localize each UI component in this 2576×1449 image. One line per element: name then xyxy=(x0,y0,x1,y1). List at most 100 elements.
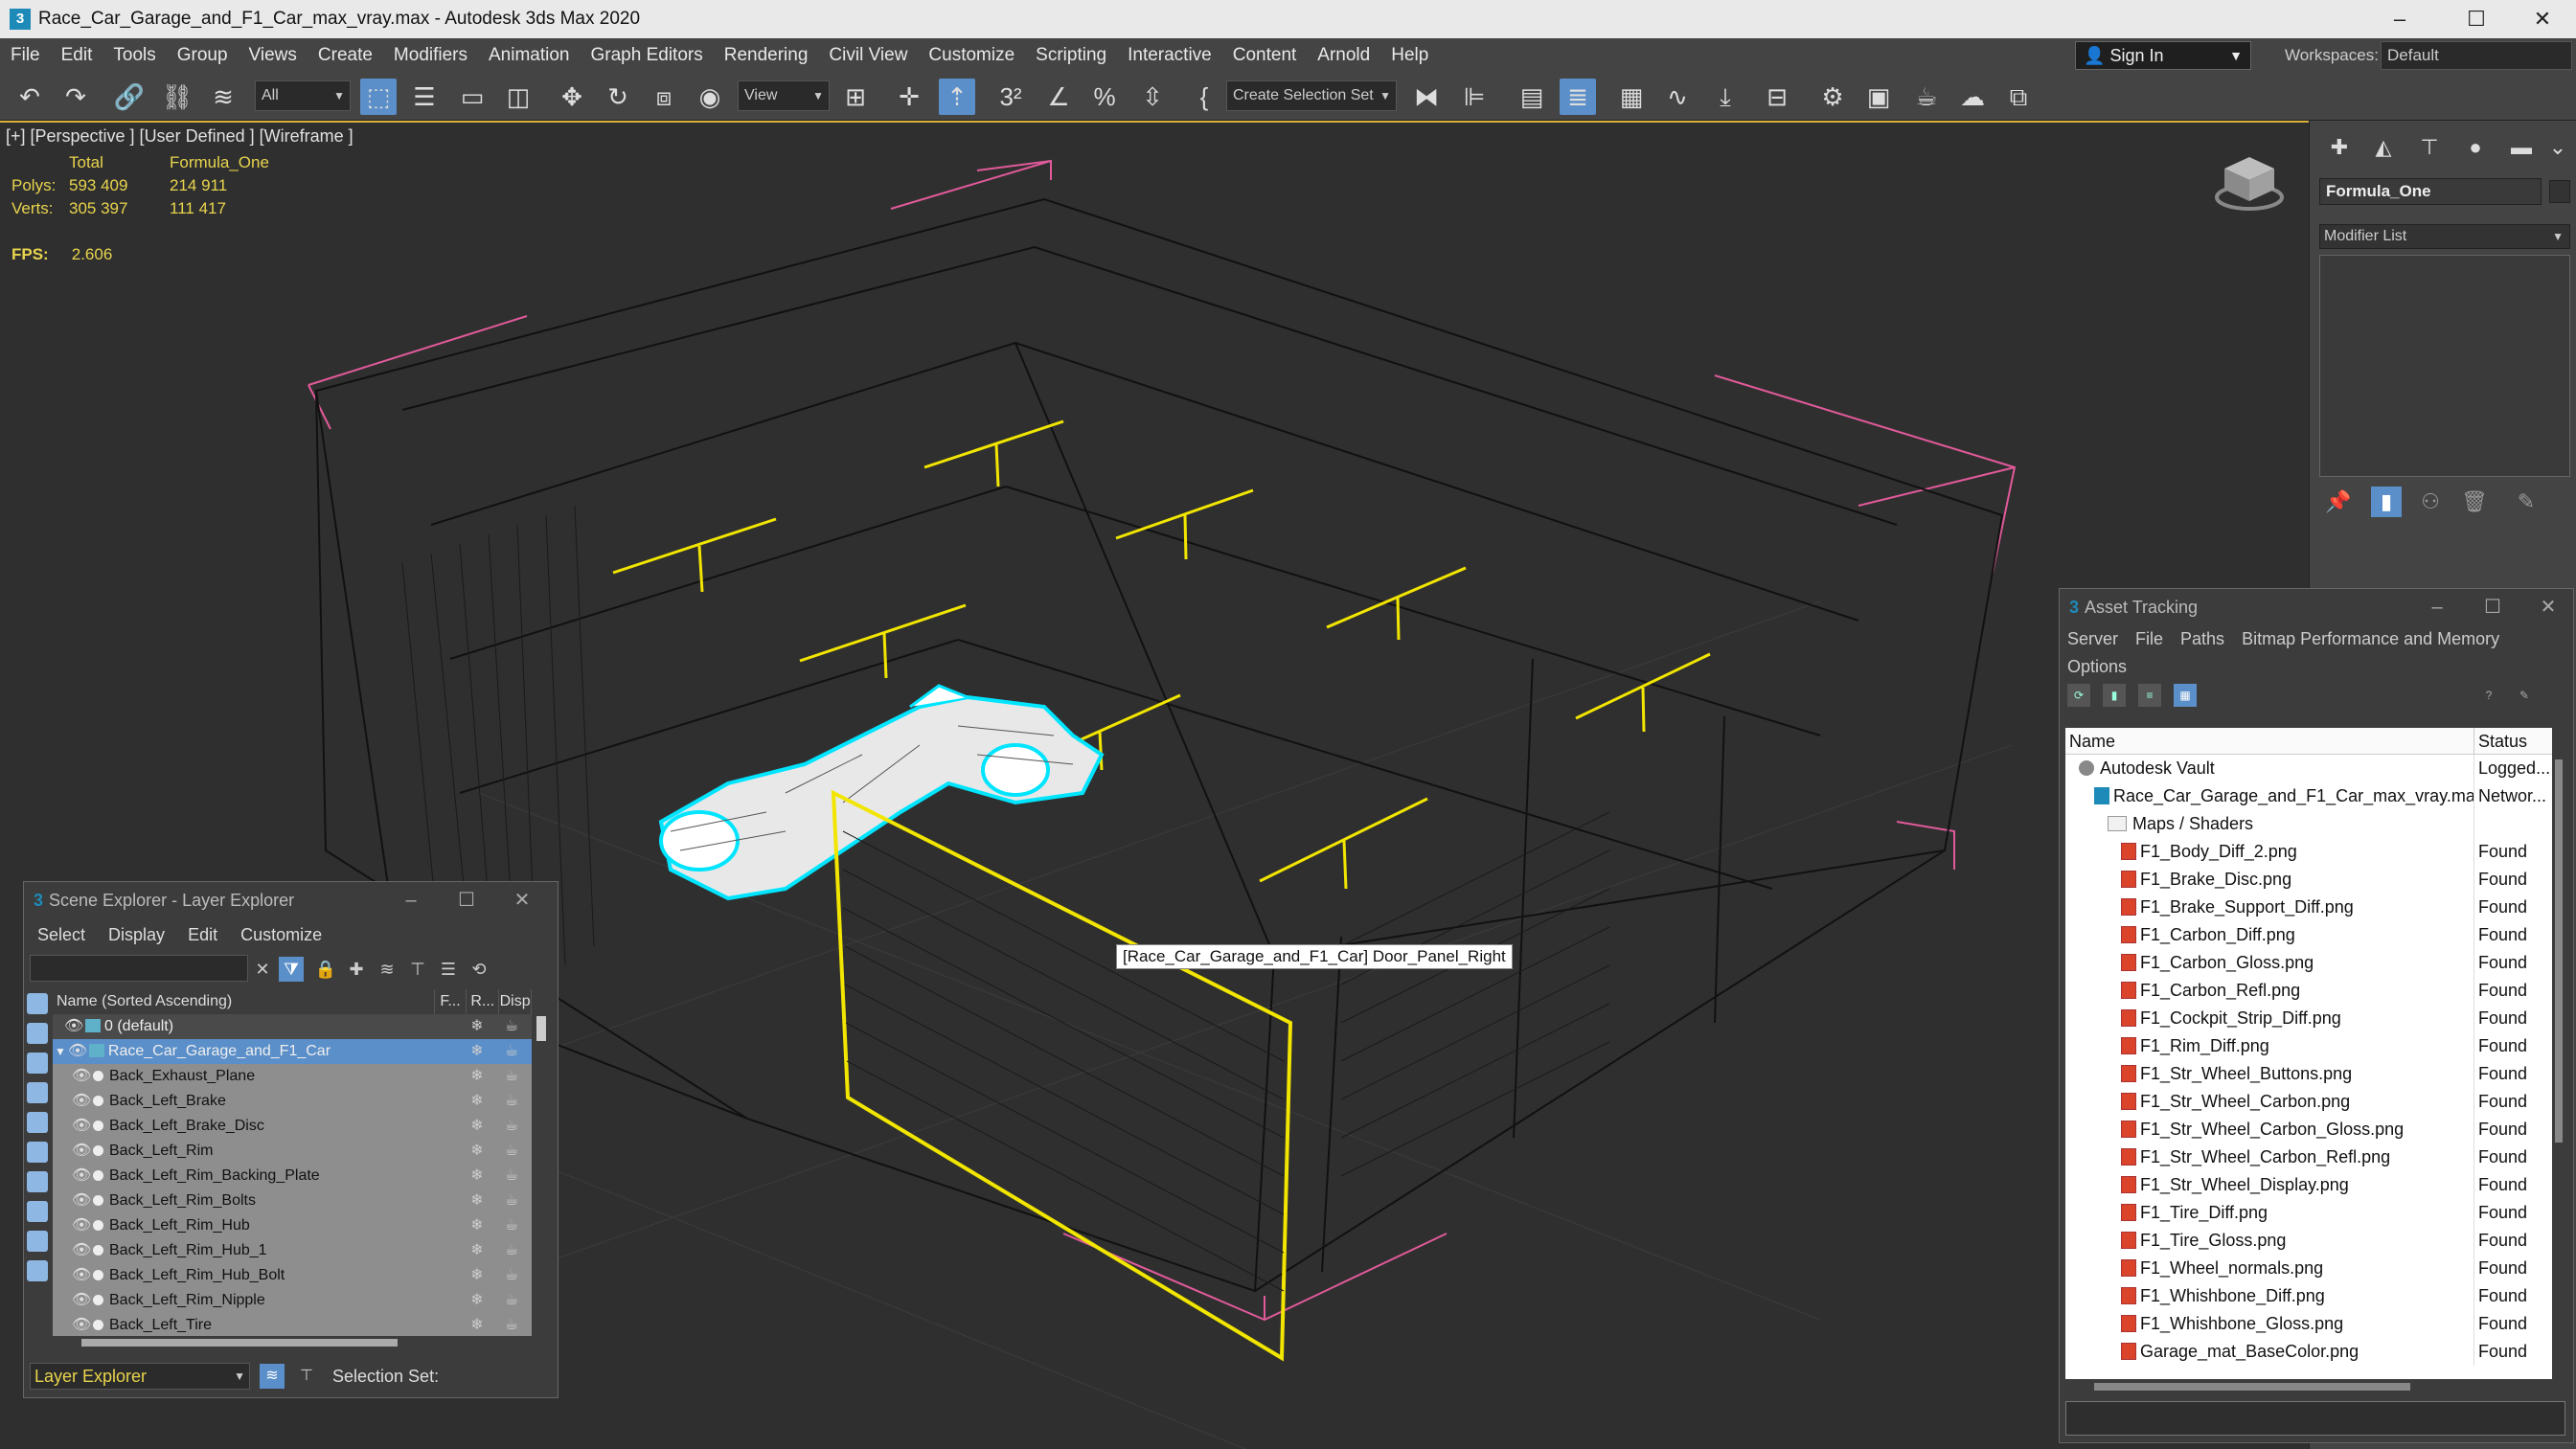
asset-row[interactable]: F1_Str_Wheel_Display.png Found xyxy=(2065,1171,2552,1199)
render-in-cloud-icon[interactable]: ☁ xyxy=(1954,79,1991,115)
toggle-layer-explorer-icon[interactable]: ≣ xyxy=(1560,79,1596,115)
asset-vertical-scrollbar[interactable] xyxy=(2552,750,2565,1401)
placement-icon[interactable]: ◉ xyxy=(692,79,728,115)
link-icon[interactable]: 🔗 xyxy=(111,79,148,115)
pin-icon[interactable]: ✎ xyxy=(2513,684,2536,707)
freeze-toggle-icon[interactable]: ❄ xyxy=(460,1089,494,1114)
a360-gallery-icon[interactable]: ⧉ xyxy=(2000,79,2037,115)
asset-row[interactable]: F1_Tire_Gloss.png Found xyxy=(2065,1227,2552,1255)
selection-filter-dropdown[interactable]: All ▼ xyxy=(255,80,351,111)
toggle-ribbon-icon[interactable]: ▦ xyxy=(1613,79,1650,115)
freeze-toggle-icon[interactable]: ❄ xyxy=(460,1064,494,1089)
help-icon[interactable]: ? xyxy=(2477,684,2500,707)
display-shapes-icon[interactable] xyxy=(27,1023,48,1044)
f1-car-selected[interactable] xyxy=(658,684,1105,901)
workspaces-dropdown[interactable]: Default xyxy=(2381,41,2572,70)
bind-space-warp-icon[interactable]: ≋ xyxy=(205,79,241,115)
reference-coordinate-dropdown[interactable]: View ▼ xyxy=(738,80,830,111)
lock-icon[interactable]: 🔒 xyxy=(313,957,338,982)
freeze-toggle-icon[interactable]: ❄ xyxy=(460,1139,494,1164)
detail-view-icon[interactable]: ≡ xyxy=(2138,684,2161,707)
visibility-eye-icon[interactable]: 👁 xyxy=(72,1288,91,1313)
freeze-toggle-icon[interactable]: ❄ xyxy=(460,1189,494,1213)
col-name-sorted[interactable]: Name (Sorted Ascending) xyxy=(53,989,435,1014)
configure-modifier-sets-icon[interactable]: ✎ xyxy=(2511,487,2542,517)
rectangular-selection-icon[interactable]: ▭ xyxy=(454,79,490,115)
spinner-snap-icon[interactable]: ⇳ xyxy=(1134,79,1171,115)
menu-graph-editors[interactable]: Graph Editors xyxy=(581,45,714,66)
renderable-toggle-icon[interactable]: ☕ xyxy=(494,1014,529,1039)
renderable-toggle-icon[interactable]: ☕ xyxy=(494,1263,529,1288)
object-row[interactable]: 👁 Back_Left_Rim_Nipple ❄ ☕ xyxy=(53,1288,532,1313)
renderable-toggle-icon[interactable]: ☕ xyxy=(494,1139,529,1164)
menu-tools[interactable]: Tools xyxy=(103,45,166,66)
freeze-toggle-icon[interactable]: ❄ xyxy=(460,1213,494,1238)
select-manipulate-icon[interactable]: ✛ xyxy=(891,79,927,115)
renderable-toggle-icon[interactable]: ☕ xyxy=(494,1039,529,1064)
object-row[interactable]: 👁 Back_Exhaust_Plane ❄ ☕ xyxy=(53,1064,532,1089)
schematic-view-icon[interactable]: ⤓ xyxy=(1707,79,1744,115)
asset-horizontal-scrollbar[interactable] xyxy=(2065,1379,2552,1394)
object-row[interactable]: 👁 Back_Left_Rim_Hub_Bolt ❄ ☕ xyxy=(53,1263,532,1288)
layer-row[interactable]: 👁 0 (default) ❄ ☕ xyxy=(53,1014,532,1039)
asset-row[interactable]: F1_Brake_Support_Diff.png Found xyxy=(2065,894,2552,921)
object-row[interactable]: 👁 Back_Left_Rim ❄ ☕ xyxy=(53,1139,532,1164)
asset-row[interactable]: F1_Carbon_Refl.png Found xyxy=(2065,977,2552,1005)
rendered-frame-window-icon[interactable]: ▣ xyxy=(1860,79,1897,115)
scene-menu-customize[interactable]: Customize xyxy=(240,918,322,951)
asset-row[interactable]: F1_Cockpit_Strip_Diff.png Found xyxy=(2065,1005,2552,1032)
asset-col-name[interactable]: Name xyxy=(2065,728,2474,754)
menu-scripting[interactable]: Scripting xyxy=(1025,45,1117,66)
select-object-icon[interactable]: ⬚ xyxy=(360,79,397,115)
utilities-tab-icon[interactable]: ⌄ xyxy=(2543,132,2572,163)
close-button[interactable]: ✕ xyxy=(2509,0,2576,38)
minimize-button[interactable]: – xyxy=(2366,0,2433,38)
object-row[interactable]: 👁 Back_Left_Brake_Disc ❄ ☕ xyxy=(53,1114,532,1139)
menu-animation[interactable]: Animation xyxy=(478,45,581,66)
renderable-toggle-icon[interactable]: ☕ xyxy=(494,1114,529,1139)
viewport-label-menu[interactable]: [+] [Perspective ] [User Defined ] [Wire… xyxy=(6,126,353,147)
snaps-toggle-icon[interactable]: 3² xyxy=(992,79,1029,115)
renderable-toggle-icon[interactable]: ☕ xyxy=(494,1238,529,1263)
list-view-icon[interactable]: ▮ xyxy=(2103,684,2126,707)
asset-menu-bitmap-performance[interactable]: Bitmap Performance and Memory xyxy=(2242,625,2499,653)
scene-menu-display[interactable]: Display xyxy=(108,918,165,951)
move-icon[interactable]: ✥ xyxy=(554,79,590,115)
asset-tracking-titlebar[interactable]: 3 Asset Tracking – ☐ ✕ xyxy=(2060,589,2573,625)
asset-row[interactable]: F1_Carbon_Gloss.png Found xyxy=(2065,949,2552,977)
visibility-eye-icon[interactable]: 👁 xyxy=(72,1164,91,1189)
menu-arnold[interactable]: Arnold xyxy=(1307,45,1380,66)
menu-content[interactable]: Content xyxy=(1222,45,1308,66)
asset-row[interactable]: F1_Brake_Disc.png Found xyxy=(2065,866,2552,894)
pin-stack-icon[interactable]: 📌 xyxy=(2323,487,2354,517)
visibility-eye-icon[interactable]: 👁 xyxy=(72,1064,91,1089)
rotate-icon[interactable]: ↻ xyxy=(600,79,636,115)
renderable-toggle-icon[interactable]: ☕ xyxy=(494,1064,529,1089)
asset-row[interactable]: Race_Car_Garage_and_F1_Car_max_vray.max N… xyxy=(2065,782,2552,810)
freeze-toggle-icon[interactable]: ❄ xyxy=(460,1313,494,1336)
menu-views[interactable]: Views xyxy=(239,45,308,66)
object-row[interactable]: 👁 Back_Left_Rim_Backing_Plate ❄ ☕ xyxy=(53,1164,532,1189)
display-space-warps-icon[interactable] xyxy=(27,1142,48,1163)
refresh-icon[interactable]: ⟳ xyxy=(2067,684,2090,707)
sign-in-dropdown[interactable]: 👤 Sign In ▼ xyxy=(2075,41,2251,70)
scene-maximize-button[interactable]: ☐ xyxy=(440,882,493,918)
asset-row[interactable]: F1_Body_Diff_2.png Found xyxy=(2065,838,2552,866)
display-groups-icon[interactable] xyxy=(27,1171,48,1192)
menu-help[interactable]: Help xyxy=(1380,45,1439,66)
viewcube-icon[interactable] xyxy=(2215,151,2284,213)
asset-row[interactable]: F1_Rim_Diff.png Found xyxy=(2065,1032,2552,1060)
filter-icon[interactable]: ⧩ xyxy=(279,957,304,982)
asset-menu-options[interactable]: Options xyxy=(2067,653,2127,681)
asset-close-button[interactable]: ✕ xyxy=(2521,589,2575,625)
renderable-toggle-icon[interactable]: ☕ xyxy=(494,1189,529,1213)
menu-edit[interactable]: Edit xyxy=(51,45,103,66)
display-cameras-icon[interactable] xyxy=(27,1082,48,1103)
visibility-eye-icon[interactable]: 👁 xyxy=(72,1238,91,1263)
object-name-field[interactable]: Formula_One xyxy=(2319,178,2542,205)
scene-menu-select[interactable]: Select xyxy=(37,918,85,951)
renderable-toggle-icon[interactable]: ☕ xyxy=(494,1089,529,1114)
modify-tab-icon[interactable]: ◭ xyxy=(2365,132,2402,163)
object-color-swatch[interactable] xyxy=(2549,180,2570,203)
redo-icon[interactable]: ↷ xyxy=(57,79,94,115)
